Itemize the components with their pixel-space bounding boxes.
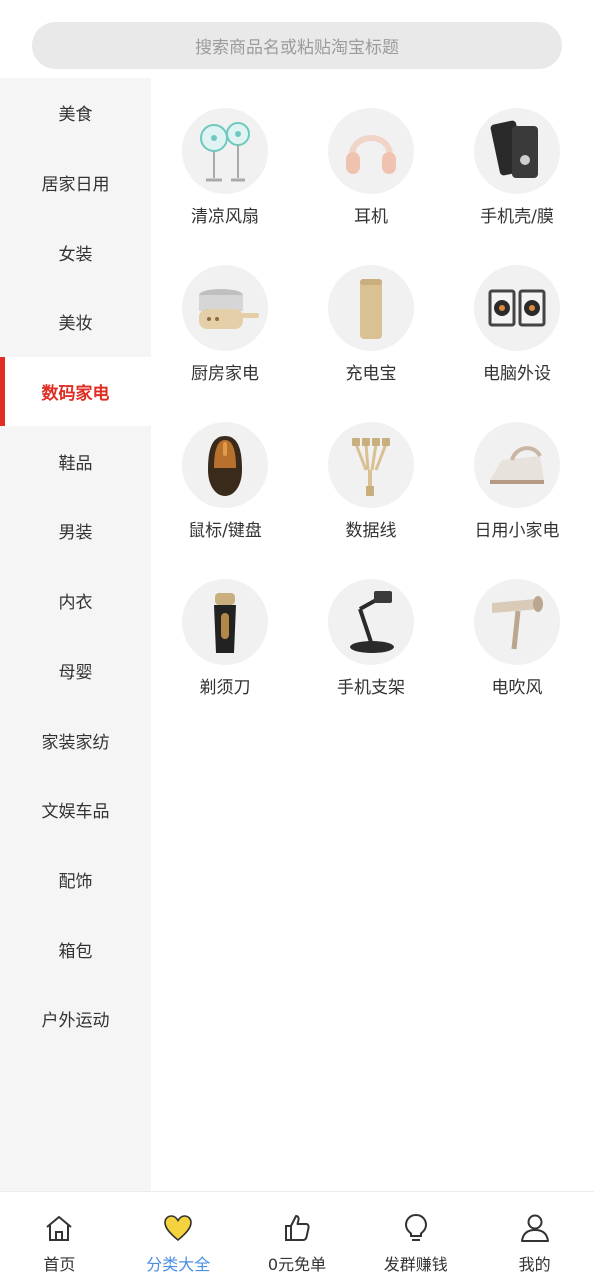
sidebar-item-label: 内衣 — [58, 593, 93, 614]
fan-icon — [182, 108, 268, 194]
category-label: 日用小家电 — [474, 521, 560, 541]
category-label: 数据线 — [345, 521, 397, 541]
category-sidebar: 美食 居家日用 女装 美妆 数码家电 鞋品 男装 内衣 母婴 家装家纺 文娱车品… — [0, 78, 151, 1191]
category-label: 充电宝 — [345, 364, 397, 384]
sidebar-item-home-textiles[interactable]: 家装家纺 — [0, 705, 151, 775]
category-phone-case[interactable]: 手机壳/膜 — [444, 108, 590, 248]
sidebar-item-home-goods[interactable]: 居家日用 — [0, 148, 151, 218]
app-root: 搜索商品名或粘贴淘宝标题 美食 居家日用 女装 美妆 数码家电 鞋品 男装 内衣… — [0, 0, 594, 1280]
sidebar-item-shoes[interactable]: 鞋品 — [0, 426, 151, 496]
sidebar-item-accessories[interactable]: 配饰 — [0, 845, 151, 915]
mouse-icon — [182, 422, 268, 508]
sidebar-item-label: 家装家纺 — [41, 732, 110, 753]
thumbs-up-icon — [281, 1212, 313, 1244]
nav-free-order[interactable]: 0元免单 — [238, 1192, 357, 1280]
sidebar-item-food[interactable]: 美食 — [0, 78, 151, 148]
sidebar-item-digital-appliances[interactable]: 数码家电 — [0, 356, 151, 427]
bottom-navigation: 首页 分类大全 0元免单 发群赚钱 我的 — [0, 1191, 594, 1280]
category-fan[interactable]: 清凉风扇 — [152, 108, 298, 248]
phone-case-icon — [474, 108, 560, 194]
nav-categories[interactable]: 分类大全 — [119, 1192, 238, 1280]
sidebar-item-underwear[interactable]: 内衣 — [0, 566, 151, 636]
sidebar-item-mens-clothing[interactable]: 男装 — [0, 496, 151, 566]
sidebar-item-label: 鞋品 — [58, 453, 93, 474]
category-data-cable[interactable]: 数据线 — [298, 422, 444, 562]
nav-label: 发群赚钱 — [383, 1255, 448, 1274]
home-icon — [43, 1212, 75, 1244]
category-shaver[interactable]: 剃须刀 — [152, 579, 298, 719]
sidebar-item-label: 箱包 — [58, 941, 93, 962]
category-mouse-keyboard[interactable]: 鼠标/键盘 — [152, 422, 298, 562]
phone-stand-icon — [328, 579, 414, 665]
cable-icon — [328, 422, 414, 508]
search-input[interactable]: 搜索商品名或粘贴淘宝标题 — [32, 22, 562, 69]
nav-label: 首页 — [43, 1255, 76, 1274]
category-phone-stand[interactable]: 手机支架 — [298, 579, 444, 719]
category-label: 手机壳/膜 — [480, 207, 554, 227]
nav-profile[interactable]: 我的 — [475, 1192, 594, 1280]
sidebar-item-outdoor-sports[interactable]: 户外运动 — [0, 984, 151, 1054]
sidebar-item-label: 男装 — [58, 523, 93, 544]
category-label: 鼠标/键盘 — [188, 521, 262, 541]
user-icon — [519, 1212, 551, 1244]
sidebar-item-bags[interactable]: 箱包 — [0, 914, 151, 984]
category-kitchen-appliances[interactable]: 厨房家电 — [152, 265, 298, 405]
sidebar-item-label: 美妆 — [58, 314, 93, 335]
category-label: 剃须刀 — [199, 678, 251, 698]
sidebar-item-entertainment-auto[interactable]: 文娱车品 — [0, 775, 151, 845]
search-bar: 搜索商品名或粘贴淘宝标题 — [0, 0, 594, 78]
nav-share-earn[interactable]: 发群赚钱 — [356, 1192, 475, 1280]
nav-home[interactable]: 首页 — [0, 1192, 119, 1280]
sidebar-item-label: 美食 — [58, 105, 93, 126]
category-label: 电吹风 — [491, 678, 543, 698]
nav-label: 我的 — [518, 1255, 551, 1274]
nav-label: 分类大全 — [146, 1255, 211, 1274]
category-label: 清凉风扇 — [191, 207, 259, 227]
category-label: 电脑外设 — [483, 364, 551, 384]
hair-dryer-icon — [474, 579, 560, 665]
category-small-appliances[interactable]: 日用小家电 — [444, 422, 590, 562]
search-placeholder: 搜索商品名或粘贴淘宝标题 — [195, 38, 399, 58]
sidebar-item-label: 女装 — [58, 244, 93, 265]
sidebar-item-label: 户外运动 — [41, 1011, 110, 1032]
sidebar-item-label: 文娱车品 — [41, 802, 110, 823]
category-hair-dryer[interactable]: 电吹风 — [444, 579, 590, 719]
category-headphones[interactable]: 耳机 — [298, 108, 444, 248]
sidebar-item-womens-clothing[interactable]: 女装 — [0, 217, 151, 287]
headphones-icon — [328, 108, 414, 194]
lightbulb-icon — [400, 1212, 432, 1244]
sidebar-item-beauty[interactable]: 美妆 — [0, 287, 151, 357]
nav-label: 0元免单 — [267, 1255, 327, 1274]
sidebar-item-label: 数码家电 — [41, 384, 110, 405]
category-label: 耳机 — [354, 207, 388, 227]
category-pc-peripherals[interactable]: 电脑外设 — [444, 265, 590, 405]
category-label: 手机支架 — [337, 678, 405, 698]
cooker-icon — [182, 265, 268, 351]
heart-icon — [162, 1212, 194, 1244]
category-power-bank[interactable]: 充电宝 — [298, 265, 444, 405]
category-label: 厨房家电 — [191, 364, 259, 384]
sidebar-item-label: 母婴 — [58, 662, 93, 683]
sidebar-item-baby[interactable]: 母婴 — [0, 636, 151, 706]
speakers-icon — [474, 265, 560, 351]
iron-icon — [474, 422, 560, 508]
sidebar-item-label: 配饰 — [58, 871, 93, 892]
sidebar-item-label: 居家日用 — [41, 175, 110, 196]
shaver-icon — [182, 579, 268, 665]
power-bank-icon — [328, 265, 414, 351]
